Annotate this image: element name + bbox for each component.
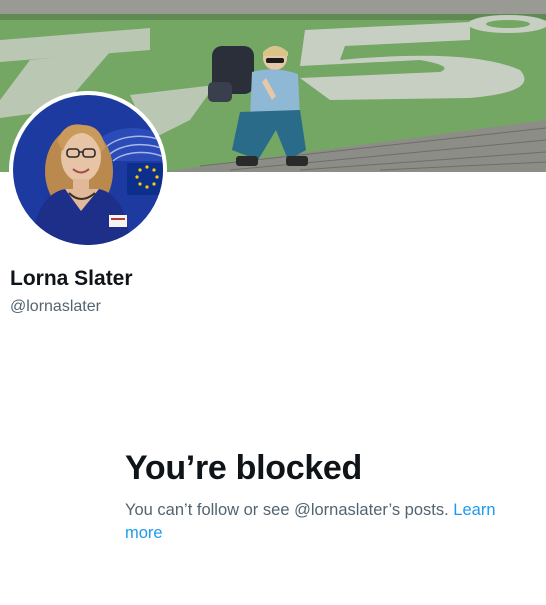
profile-page: Lorna Slater @lornaslater You’re blocked…	[0, 0, 546, 605]
profile-avatar[interactable]	[9, 91, 167, 249]
profile-handle: @lornaslater	[10, 298, 101, 315]
blocked-message: You can’t follow or see @lornaslater’s p…	[125, 499, 530, 545]
blocked-message-text: You can’t follow or see @lornaslater’s p…	[125, 501, 449, 519]
avatar-photo	[9, 91, 167, 249]
blocked-title: You’re blocked	[125, 449, 363, 487]
profile-display-name: Lorna Slater	[10, 267, 133, 290]
